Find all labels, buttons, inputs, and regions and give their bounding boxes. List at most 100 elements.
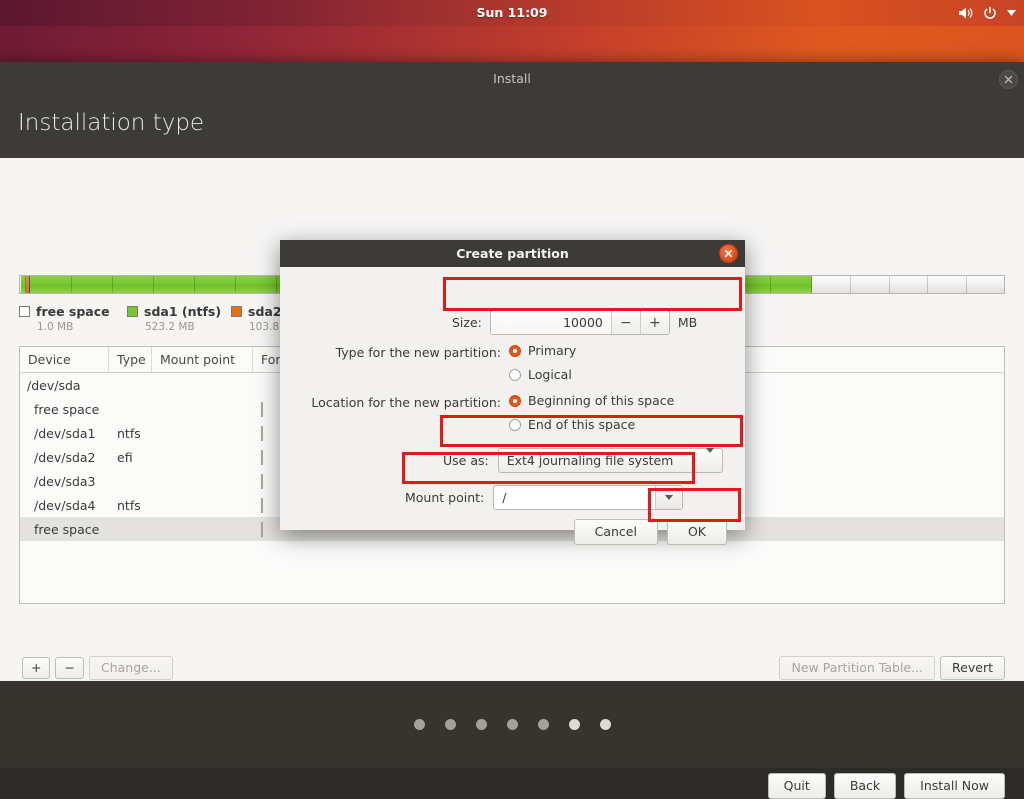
size-label: Size:: [452, 315, 482, 330]
size-unit-label: MB: [677, 315, 698, 330]
table-cell-device: free space: [34, 521, 100, 537]
partition-bar-segment[interactable]: [812, 276, 1004, 293]
format-checkbox[interactable]: [261, 401, 263, 417]
slideshow-dot: [537, 719, 549, 730]
new-partition-table-button[interactable]: New Partition Table...: [779, 656, 936, 680]
partition-bar-tick: [194, 276, 196, 293]
use-as-select[interactable]: Ext4 journaling file system: [497, 448, 723, 473]
radio-end-of-space[interactable]: End of this space: [509, 417, 674, 432]
table-cell-device: /dev/sda1: [34, 425, 96, 441]
footer-buttons: Quit Back Install Now: [767, 773, 1005, 799]
table-cell-type: ntfs: [117, 497, 141, 513]
install-now-button[interactable]: Install Now: [904, 773, 1005, 799]
format-checkbox[interactable]: [261, 473, 263, 489]
mount-point-row: Mount point: /: [405, 485, 684, 510]
mount-point-label: Mount point:: [405, 490, 485, 505]
ok-button[interactable]: OK: [666, 519, 727, 545]
partition-bar-tick: [276, 276, 278, 293]
dialog-close-button[interactable]: [719, 244, 738, 263]
use-as-label: Use as:: [443, 453, 489, 468]
table-cell-device: /dev/sda3: [34, 473, 96, 489]
format-checkbox[interactable]: [261, 449, 263, 465]
change-partition-button[interactable]: Change...: [88, 656, 173, 680]
use-as-row: Use as: Ext4 journaling file system: [443, 448, 723, 473]
chevron-down-icon: [705, 448, 714, 468]
slideshow-dot: [506, 719, 518, 730]
add-partition-button[interactable]: +: [22, 657, 51, 679]
slideshow-dot: [475, 719, 487, 730]
close-icon: [724, 249, 733, 258]
table-cell-device: /dev/sda2: [34, 449, 96, 465]
partition-bar-tick: [235, 276, 237, 293]
legend-swatch-icon: [127, 306, 138, 317]
table-cell-device: /dev/sda4: [34, 497, 96, 513]
clock[interactable]: Sun 11:09: [0, 0, 1024, 26]
format-checkbox[interactable]: [261, 497, 263, 513]
slideshow-dots: [0, 681, 1024, 768]
table-cell-type: efi: [117, 449, 133, 465]
radio-primary-label: Primary: [528, 343, 577, 358]
column-header-device: Device: [20, 347, 109, 372]
volume-icon[interactable]: [958, 6, 973, 20]
quit-button[interactable]: Quit: [767, 773, 826, 799]
radio-indicator: [509, 418, 521, 431]
partition-bar-tick: [965, 276, 967, 293]
format-checkbox[interactable]: [261, 521, 263, 537]
legend-label: free space: [36, 304, 110, 319]
radio-logical[interactable]: Logical: [509, 367, 576, 382]
create-partition-dialog: Create partition Size: 10000 − + MB Type…: [280, 240, 745, 545]
size-increment-button[interactable]: +: [639, 311, 669, 334]
dialog-titlebar: Create partition: [280, 240, 745, 267]
column-header-mount-point: Mount point: [152, 347, 253, 372]
chevron-down-icon[interactable]: [1007, 10, 1016, 16]
radio-logical-label: Logical: [528, 367, 572, 382]
back-button[interactable]: Back: [833, 773, 897, 799]
table-cell-device: free space: [34, 401, 100, 417]
dialog-buttons: Cancel OK: [573, 519, 727, 545]
size-decrement-button[interactable]: −: [610, 311, 640, 334]
partition-type-options: Primary Logical: [509, 343, 576, 382]
partition-location-options: Beginning of this space End of this spac…: [509, 393, 674, 432]
slideshow-dot: [444, 719, 456, 730]
table-cell-device: /dev/sda: [27, 377, 81, 393]
column-header-type: Type: [109, 347, 152, 372]
use-as-value: Ext4 journaling file system: [506, 453, 674, 468]
mount-point-value: /: [502, 490, 507, 505]
format-checkbox[interactable]: [261, 425, 263, 441]
radio-beginning-label: Beginning of this space: [528, 393, 675, 408]
cancel-button[interactable]: Cancel: [573, 519, 658, 545]
radio-primary[interactable]: Primary: [509, 343, 576, 358]
legend-item: free space 1.0 MB: [19, 304, 110, 333]
legend-item: sda1 (ntfs) 523.2 MB: [127, 304, 221, 333]
size-spinner[interactable]: 10000 − +: [489, 310, 670, 335]
window-close-button[interactable]: [999, 70, 1018, 89]
window-titlebar: Install Installation type: [0, 62, 1024, 158]
partition-bar-tick: [927, 276, 929, 293]
legend-label: sda1 (ntfs): [144, 304, 222, 319]
radio-end-label: End of this space: [528, 417, 636, 432]
partition-bar-tick: [888, 276, 890, 293]
close-icon: [1004, 75, 1013, 84]
dialog-title: Create partition: [456, 246, 569, 261]
partition-table-right-actions: New Partition Table... Revert: [779, 656, 1005, 680]
partition-bar-tick: [112, 276, 114, 293]
size-input[interactable]: 10000: [490, 311, 611, 334]
power-icon[interactable]: [983, 6, 997, 20]
chevron-down-icon[interactable]: [655, 486, 683, 509]
radio-indicator: [509, 368, 521, 381]
partition-type-label: Type for the new partition:: [335, 345, 501, 360]
window-title: Install: [493, 71, 531, 86]
legend-swatch-icon: [19, 306, 30, 317]
partition-table-actions: + − Change...: [22, 656, 173, 680]
revert-button[interactable]: Revert: [940, 656, 1005, 680]
remove-partition-button[interactable]: −: [55, 657, 84, 679]
dialog-body: Size: 10000 − + MB Type for the new part…: [280, 267, 745, 545]
table-cell-type: ntfs: [117, 425, 141, 441]
legend-size: 523.2 MB: [145, 321, 195, 333]
partition-bar-tick: [769, 276, 771, 293]
mount-point-combo[interactable]: /: [493, 485, 684, 510]
partition-location-label: Location for the new partition:: [311, 395, 501, 410]
legend-swatch-icon: [231, 306, 242, 317]
radio-beginning-of-space[interactable]: Beginning of this space: [509, 393, 674, 408]
radio-indicator: [509, 394, 521, 407]
